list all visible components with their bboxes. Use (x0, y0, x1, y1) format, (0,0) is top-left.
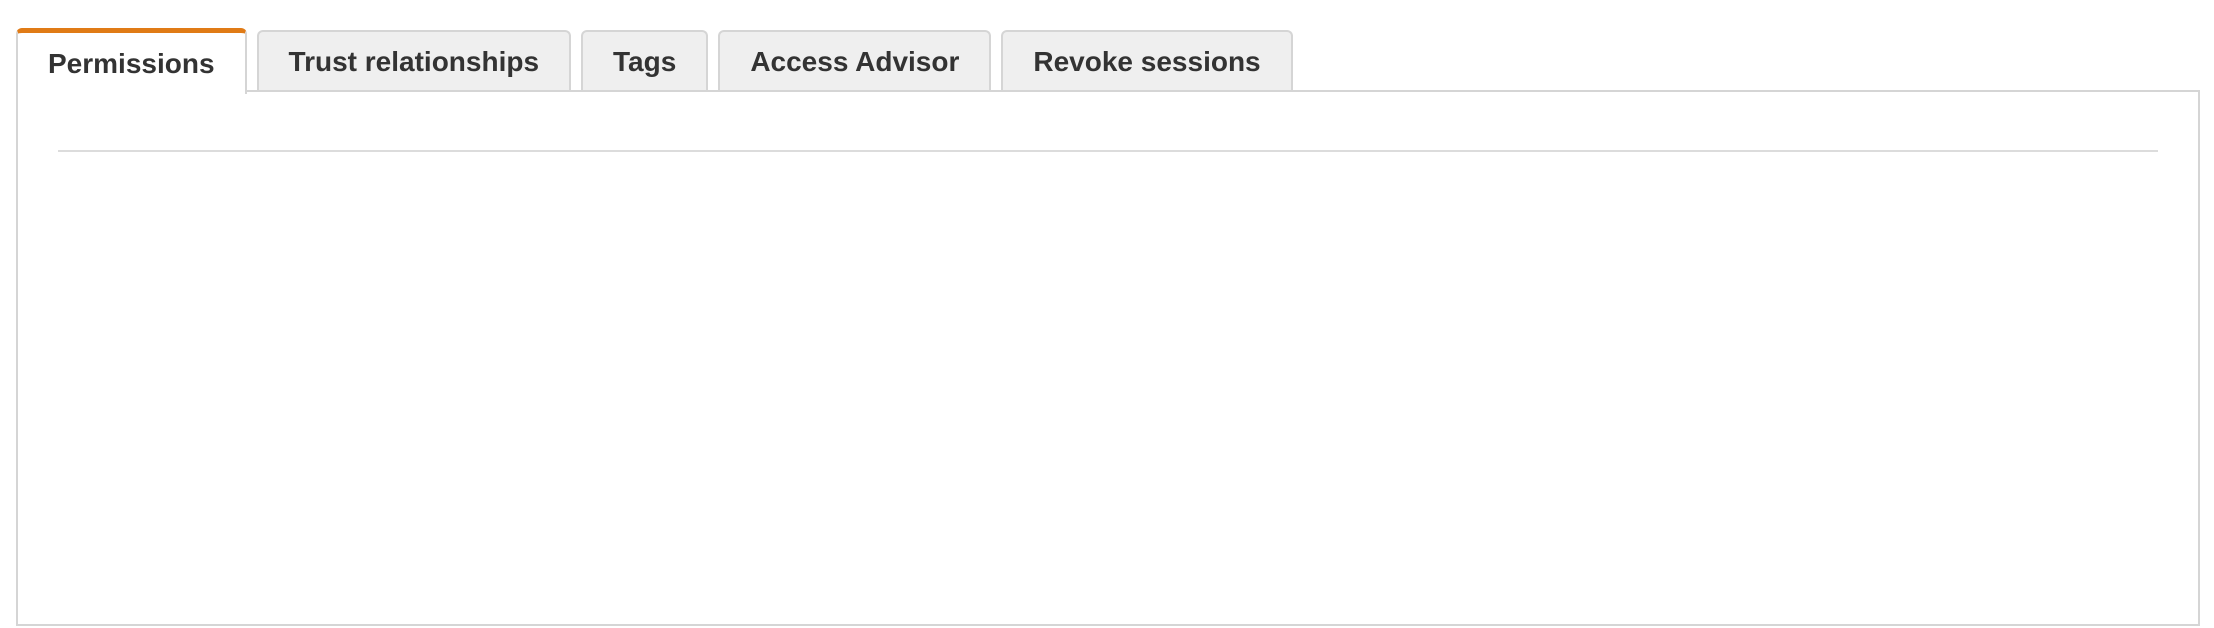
tab-trust-relationships[interactable]: Trust relationships (256, 30, 572, 92)
tab-revoke-sessions[interactable]: Revoke sessions (1001, 30, 1293, 92)
tab-tags[interactable]: Tags (581, 30, 709, 92)
tab-access-advisor[interactable]: Access Advisor (718, 30, 992, 92)
tab-bar: Permissions Trust relationships Tags Acc… (16, 28, 1293, 94)
permissions-panel (16, 90, 2200, 626)
tab-permissions[interactable]: Permissions (16, 28, 247, 94)
permissions-policies-header[interactable] (58, 92, 2158, 152)
